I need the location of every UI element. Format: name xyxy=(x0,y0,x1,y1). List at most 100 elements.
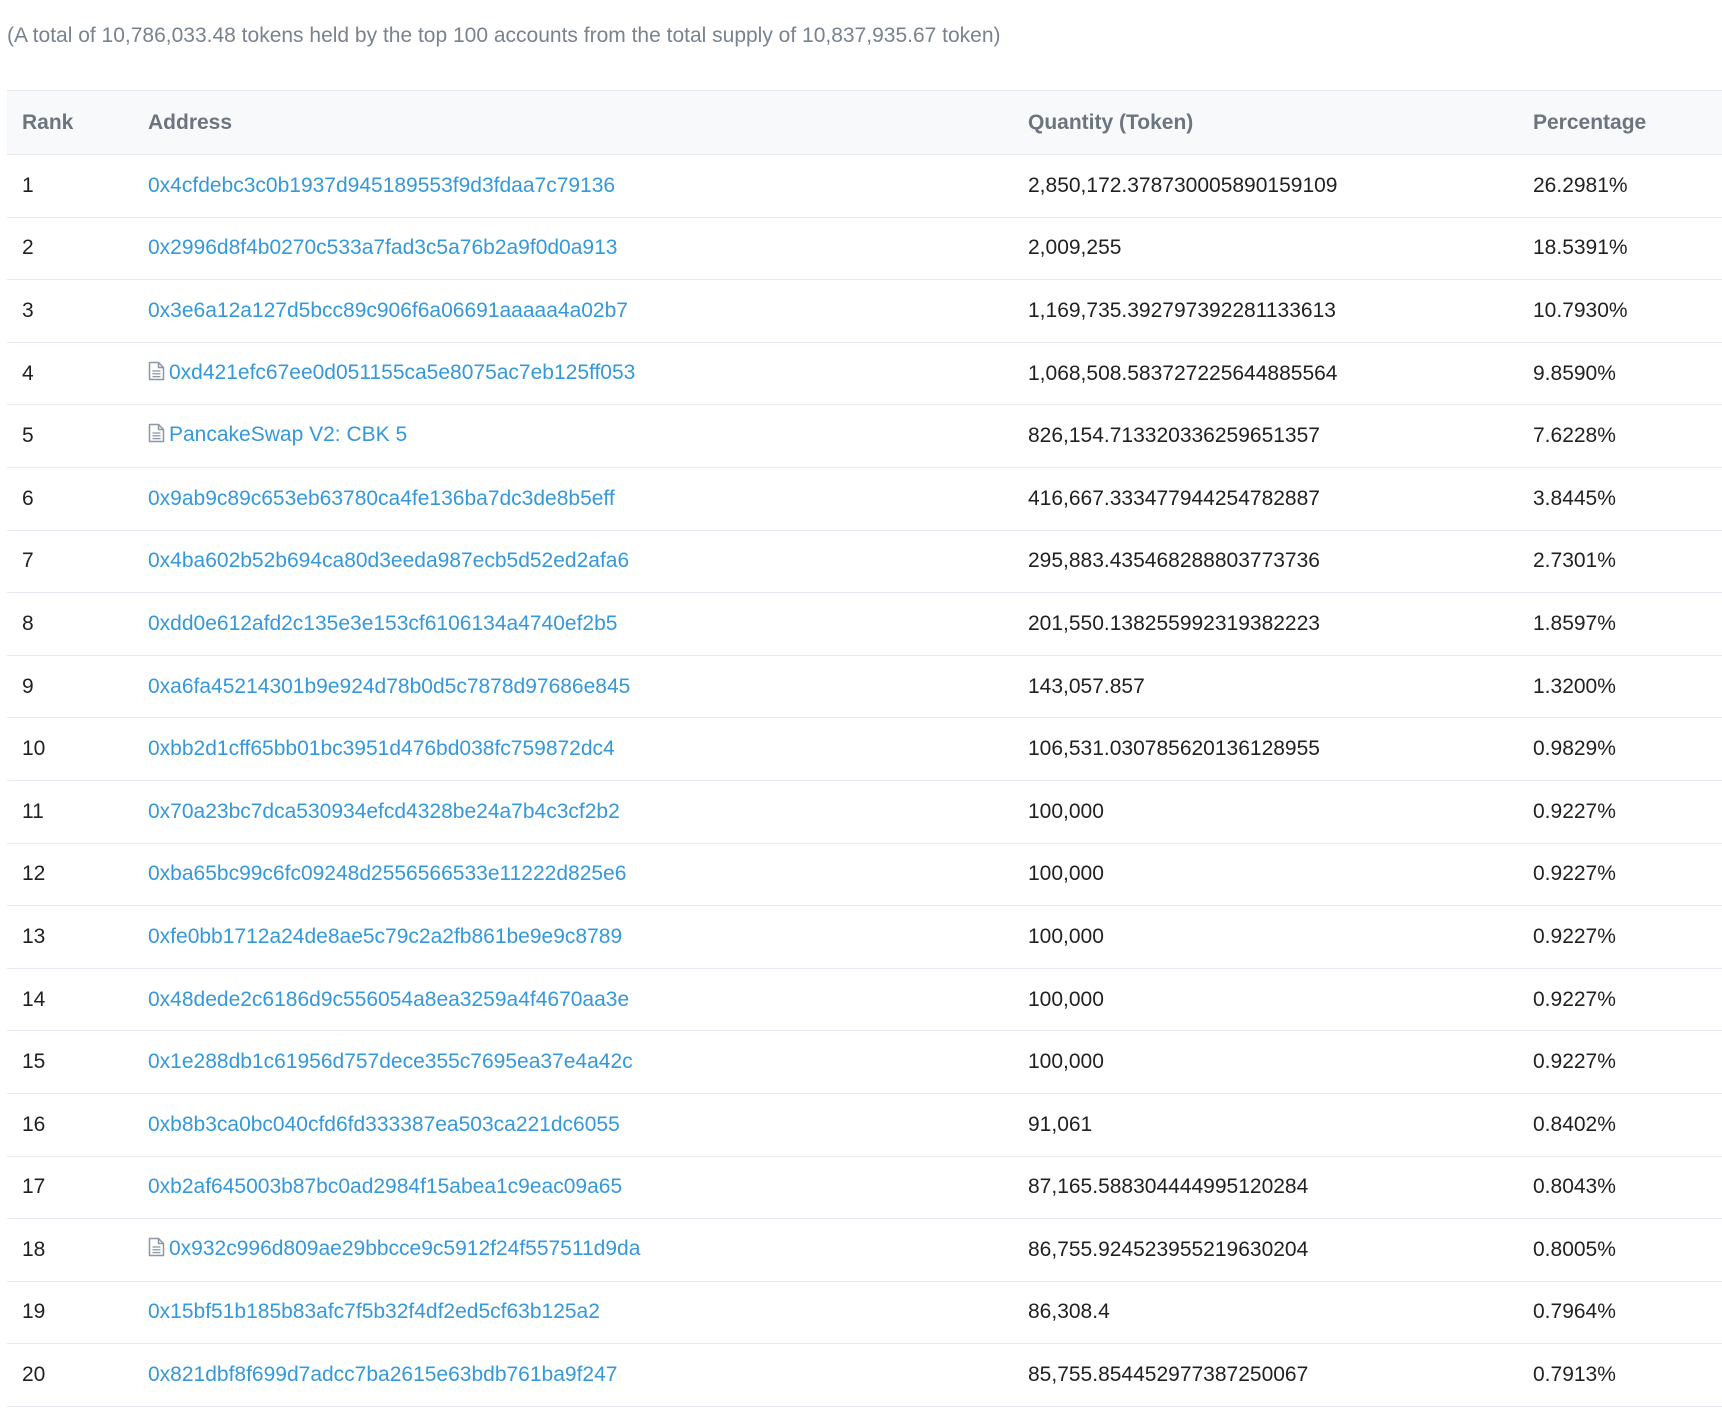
quantity-cell: 91,061 xyxy=(1028,1093,1533,1157)
quantity-cell: 416,667.333477944254782887 xyxy=(1028,467,1533,531)
rank-cell: 19 xyxy=(7,1281,148,1345)
token-holders-table: Rank Address Quantity (Token) Percentage… xyxy=(7,90,1722,1407)
column-header-percentage: Percentage xyxy=(1533,90,1722,155)
percentage-cell: 10.7930% xyxy=(1533,279,1722,343)
rank-cell: 20 xyxy=(7,1343,148,1407)
rank-cell: 8 xyxy=(7,592,148,656)
percentage-cell: 7.6228% xyxy=(1533,404,1722,468)
table-row: 17 0xb2af645003b87bc0ad2984f15abea1c9eac0… xyxy=(7,1156,1722,1220)
address-link[interactable]: 0x4ba602b52b694ca80d3eeda987ecb5d52ed2af… xyxy=(148,549,629,572)
address-link[interactable]: 0xb8b3ca0bc040cfd6fd333387ea503ca221dc60… xyxy=(148,1113,620,1136)
address-link[interactable]: 0x3e6a12a127d5bcc89c906f6a06691aaaaa4a02… xyxy=(148,299,628,322)
address-link[interactable]: 0xdd0e612afd2c135e3e153cf6106134a4740ef2… xyxy=(148,612,617,635)
address-cell: 0xdd0e612afd2c135e3e153cf6106134a4740ef2… xyxy=(148,592,1028,656)
address-link[interactable]: 0x821dbf8f699d7adcc7ba2615e63bdb761ba9f2… xyxy=(148,1363,617,1386)
address-link[interactable]: 0xd421efc67ee0d051155ca5e8075ac7eb125ff0… xyxy=(169,361,635,384)
quantity-cell: 143,057.857 xyxy=(1028,655,1533,719)
address-cell: 0x4cfdebc3c0b1937d945189553f9d3fdaa7c791… xyxy=(148,154,1028,218)
percentage-cell: 2.7301% xyxy=(1533,530,1722,594)
rank-cell: 13 xyxy=(7,905,148,969)
percentage-cell: 0.9227% xyxy=(1533,905,1722,969)
address-cell: 0x821dbf8f699d7adcc7ba2615e63bdb761ba9f2… xyxy=(148,1343,1028,1407)
holders-table-body: 1 0x4cfdebc3c0b1937d945189553f9d3fdaa7c79… xyxy=(7,154,1722,1407)
table-header-row: Rank Address Quantity (Token) Percentage xyxy=(7,90,1722,155)
file-document-icon xyxy=(148,423,165,449)
address-cell: 0x9ab9c89c653eb63780ca4fe136ba7dc3de8b5e… xyxy=(148,467,1028,531)
quantity-cell: 106,531.030785620136128955 xyxy=(1028,717,1533,781)
quantity-cell: 100,000 xyxy=(1028,780,1533,844)
address-cell: 0x4ba602b52b694ca80d3eeda987ecb5d52ed2af… xyxy=(148,530,1028,594)
rank-cell: 14 xyxy=(7,968,148,1032)
rank-cell: 10 xyxy=(7,717,148,781)
table-row: 9 0xa6fa45214301b9e924d78b0d5c7878d97686e… xyxy=(7,655,1722,719)
holders-summary: (A total of 10,786,033.48 tokens held by… xyxy=(7,24,1001,47)
quantity-cell: 100,000 xyxy=(1028,968,1533,1032)
percentage-cell: 18.5391% xyxy=(1533,217,1722,281)
rank-cell: 1 xyxy=(7,154,148,218)
quantity-cell: 2,850,172.378730005890159109 xyxy=(1028,154,1533,218)
percentage-cell: 26.2981% xyxy=(1533,154,1722,218)
rank-cell: 3 xyxy=(7,279,148,343)
table-row: 2 0x2996d8f4b0270c533a7fad3c5a76b2a9f0d0a… xyxy=(7,217,1722,281)
address-link[interactable]: 0xa6fa45214301b9e924d78b0d5c7878d97686e8… xyxy=(148,675,630,698)
quantity-cell: 87,165.588304444995120284 xyxy=(1028,1156,1533,1220)
table-row: 16 0xb8b3ca0bc040cfd6fd333387ea503ca221dc… xyxy=(7,1093,1722,1157)
address-link[interactable]: 0xbb2d1cff65bb01bc3951d476bd038fc759872d… xyxy=(148,737,615,760)
table-row: 12 0xba65bc99c6fc09248d2556566533e11222d8… xyxy=(7,843,1722,907)
address-link[interactable]: 0xb2af645003b87bc0ad2984f15abea1c9eac09a… xyxy=(148,1175,622,1198)
rank-cell: 6 xyxy=(7,467,148,531)
percentage-cell: 0.9227% xyxy=(1533,780,1722,844)
quantity-cell: 85,755.854452977387250067 xyxy=(1028,1343,1533,1407)
table-row: 1 0x4cfdebc3c0b1937d945189553f9d3fdaa7c79… xyxy=(7,154,1722,218)
quantity-cell: 86,308.4 xyxy=(1028,1281,1533,1345)
table-row: 7 0x4ba602b52b694ca80d3eeda987ecb5d52ed2a… xyxy=(7,530,1722,594)
table-row: 19 0x15bf51b185b83afc7f5b32f4df2ed5cf63b1… xyxy=(7,1281,1722,1345)
percentage-cell: 3.8445% xyxy=(1533,467,1722,531)
address-link[interactable]: 0x2996d8f4b0270c533a7fad3c5a76b2a9f0d0a9… xyxy=(148,236,617,259)
percentage-cell: 0.8043% xyxy=(1533,1156,1722,1220)
percentage-cell: 0.9227% xyxy=(1533,1030,1722,1094)
address-cell: 0x15bf51b185b83afc7f5b32f4df2ed5cf63b125… xyxy=(148,1281,1028,1345)
address-cell: 0x70a23bc7dca530934efcd4328be24a7b4c3cf2… xyxy=(148,780,1028,844)
address-link[interactable]: PancakeSwap V2: CBK 5 xyxy=(169,423,407,446)
column-header-quantity: Quantity (Token) xyxy=(1028,90,1533,155)
address-link[interactable]: 0xba65bc99c6fc09248d2556566533e11222d825… xyxy=(148,862,626,885)
file-document-icon xyxy=(148,1237,165,1263)
rank-cell: 2 xyxy=(7,217,148,281)
address-cell: PancakeSwap V2: CBK 5 xyxy=(148,404,1028,468)
quantity-cell: 100,000 xyxy=(1028,905,1533,969)
address-link[interactable]: 0xfe0bb1712a24de8ae5c79c2a2fb861be9e9c87… xyxy=(148,925,622,948)
percentage-cell: 1.8597% xyxy=(1533,592,1722,656)
rank-cell: 4 xyxy=(7,342,148,406)
rank-cell: 12 xyxy=(7,843,148,907)
quantity-cell: 295,883.435468288803773736 xyxy=(1028,530,1533,594)
address-link[interactable]: 0x70a23bc7dca530934efcd4328be24a7b4c3cf2… xyxy=(148,800,620,823)
table-row: 5 PancakeSwap V2: CBK 5 826,154.7133203362… xyxy=(7,404,1722,468)
table-row: 10 0xbb2d1cff65bb01bc3951d476bd038fc75987… xyxy=(7,717,1722,781)
table-row: 18 0x932c996d809ae29bbcce9c5912f24f557511… xyxy=(7,1218,1722,1282)
address-link[interactable]: 0x15bf51b185b83afc7f5b32f4df2ed5cf63b125… xyxy=(148,1300,600,1323)
rank-cell: 5 xyxy=(7,404,148,468)
address-link[interactable]: 0x932c996d809ae29bbcce9c5912f24f557511d9… xyxy=(169,1237,640,1260)
quantity-cell: 86,755.924523955219630204 xyxy=(1028,1218,1533,1282)
address-link[interactable]: 0x1e288db1c61956d757dece355c7695ea37e4a4… xyxy=(148,1050,633,1073)
quantity-cell: 100,000 xyxy=(1028,1030,1533,1094)
address-link[interactable]: 0x48dede2c6186d9c556054a8ea3259a4f4670aa… xyxy=(148,988,629,1011)
table-row: 20 0x821dbf8f699d7adcc7ba2615e63bdb761ba9… xyxy=(7,1343,1722,1407)
percentage-cell: 0.9227% xyxy=(1533,843,1722,907)
rank-cell: 9 xyxy=(7,655,148,719)
rank-cell: 15 xyxy=(7,1030,148,1094)
address-link[interactable]: 0x4cfdebc3c0b1937d945189553f9d3fdaa7c791… xyxy=(148,174,615,197)
table-row: 13 0xfe0bb1712a24de8ae5c79c2a2fb861be9e9c… xyxy=(7,905,1722,969)
address-cell: 0x3e6a12a127d5bcc89c906f6a06691aaaaa4a02… xyxy=(148,279,1028,343)
percentage-cell: 0.8402% xyxy=(1533,1093,1722,1157)
quantity-cell: 826,154.713320336259651357 xyxy=(1028,404,1533,468)
table-row: 8 0xdd0e612afd2c135e3e153cf6106134a4740ef… xyxy=(7,592,1722,656)
table-row: 4 0xd421efc67ee0d051155ca5e8075ac7eb125ff… xyxy=(7,342,1722,406)
quantity-cell: 201,550.138255992319382223 xyxy=(1028,592,1533,656)
address-link[interactable]: 0x9ab9c89c653eb63780ca4fe136ba7dc3de8b5e… xyxy=(148,487,615,510)
percentage-cell: 0.7964% xyxy=(1533,1281,1722,1345)
column-header-rank: Rank xyxy=(7,90,148,155)
table-row: 3 0x3e6a12a127d5bcc89c906f6a06691aaaaa4a0… xyxy=(7,279,1722,343)
address-cell: 0x48dede2c6186d9c556054a8ea3259a4f4670aa… xyxy=(148,968,1028,1032)
